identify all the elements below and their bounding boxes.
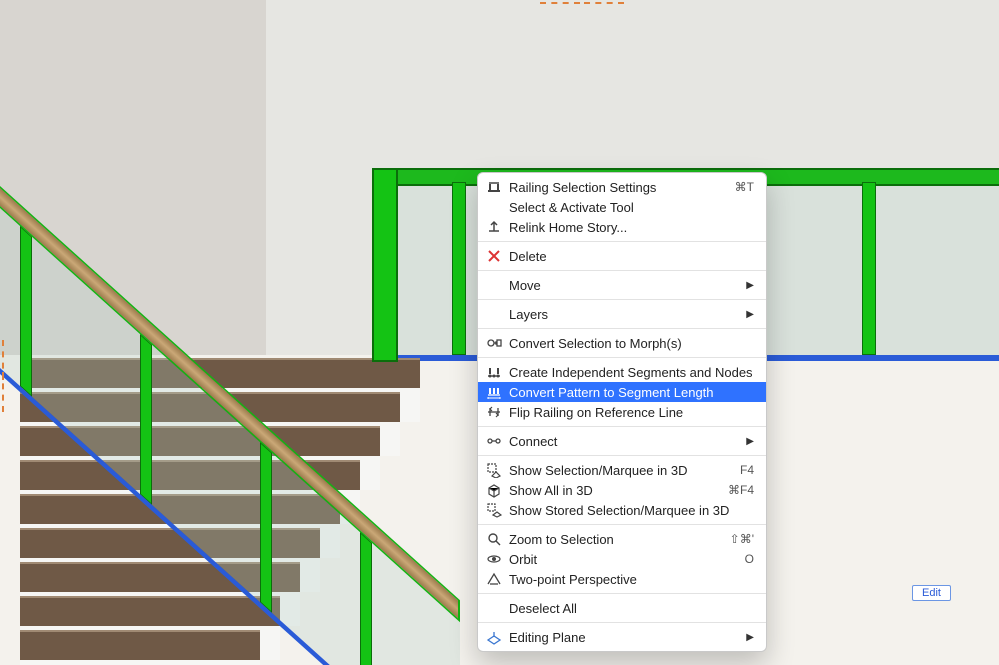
menu-item-convert-pattern-to-segment[interactable]: Convert Pattern to Segment Length	[478, 382, 766, 402]
menu-separator	[478, 357, 766, 358]
menu-item-label: Create Independent Segments and Nodes	[509, 365, 754, 380]
context-menu: Railing Selection Settings ⌘T Select & Act…	[477, 172, 767, 652]
menu-item-label: Convert Selection to Morph(s)	[509, 336, 754, 351]
edit-button[interactable]: Edit	[912, 585, 951, 601]
blank-icon	[486, 199, 502, 215]
menu-item-label: Select & Activate Tool	[509, 200, 754, 215]
menu-item-create-independent-segments[interactable]: Create Independent Segments and Nodes	[478, 362, 766, 382]
menu-item-shortcut: ⌘T	[735, 180, 754, 194]
edit-button-label: Edit	[922, 587, 941, 599]
submenu-arrow-icon: ▶	[746, 309, 754, 320]
menu-item-orbit[interactable]: Orbit O	[478, 549, 766, 569]
menu-item-convert-to-morph[interactable]: Convert Selection to Morph(s)	[478, 333, 766, 353]
menu-separator	[478, 241, 766, 242]
menu-item-label: Two-point Perspective	[509, 572, 754, 587]
submenu-arrow-icon: ▶	[746, 632, 754, 643]
menu-separator	[478, 455, 766, 456]
railing-post[interactable]	[862, 182, 876, 355]
connect-icon	[486, 433, 502, 449]
menu-item-label: Move	[509, 278, 736, 293]
menu-item-relink-home-story[interactable]: Relink Home Story...	[478, 217, 766, 237]
blank-icon	[486, 306, 502, 322]
menu-separator	[478, 524, 766, 525]
menu-item-railing-selection-settings[interactable]: Railing Selection Settings ⌘T	[478, 177, 766, 197]
pattern-length-icon	[486, 384, 502, 400]
menu-separator	[478, 622, 766, 623]
menu-item-zoom-to-selection[interactable]: Zoom to Selection ⇧⌘'	[478, 529, 766, 549]
menu-item-shortcut: ⇧⌘'	[730, 532, 754, 546]
menu-item-label: Railing Selection Settings	[509, 180, 725, 195]
menu-item-deselect-all[interactable]: Deselect All	[478, 598, 766, 618]
railing-newel-post[interactable]	[372, 168, 398, 362]
menu-item-label: Zoom to Selection	[509, 532, 720, 547]
menu-item-layers-submenu[interactable]: Layers ▶	[478, 304, 766, 324]
railing-post[interactable]	[140, 334, 152, 505]
railing-post[interactable]	[260, 442, 272, 613]
submenu-arrow-icon: ▶	[746, 280, 754, 291]
menu-item-label: Show Selection/Marquee in 3D	[509, 463, 730, 478]
menu-separator	[478, 426, 766, 427]
menu-item-label: Editing Plane	[509, 630, 736, 645]
menu-separator	[478, 593, 766, 594]
menu-item-label: Convert Pattern to Segment Length	[509, 385, 754, 400]
railing-post[interactable]	[452, 182, 466, 355]
menu-item-label: Connect	[509, 434, 736, 449]
flip-railing-icon	[486, 404, 502, 420]
menu-item-label: Flip Railing on Reference Line	[509, 405, 754, 420]
menu-item-connect-submenu[interactable]: Connect ▶	[478, 431, 766, 451]
ruler-mark-icon	[584, 2, 624, 10]
menu-item-flip-railing[interactable]: Flip Railing on Reference Line	[478, 402, 766, 422]
morph-convert-icon	[486, 335, 502, 351]
show-all-3d-icon	[486, 482, 502, 498]
menu-item-label: Orbit	[509, 552, 735, 567]
show-selection-3d-icon	[486, 462, 502, 478]
menu-item-label: Show All in 3D	[509, 483, 718, 498]
railing-post[interactable]	[360, 532, 372, 665]
delete-x-icon	[486, 248, 502, 264]
submenu-arrow-icon: ▶	[746, 436, 754, 447]
segments-nodes-icon	[486, 364, 502, 380]
menu-item-label: Delete	[509, 249, 754, 264]
railing-post[interactable]	[20, 226, 32, 397]
viewport-3d[interactable]: Edit Railing Selection Settings ⌘T Select …	[0, 0, 999, 665]
menu-item-label: Relink Home Story...	[509, 220, 754, 235]
editing-plane-icon	[486, 629, 502, 645]
ruler-mark-icon	[540, 2, 580, 10]
orbit-icon	[486, 551, 502, 567]
blank-icon	[486, 277, 502, 293]
perspective-icon	[486, 571, 502, 587]
menu-item-show-stored-selection-3d[interactable]: Show Stored Selection/Marquee in 3D	[478, 500, 766, 520]
menu-item-label: Show Stored Selection/Marquee in 3D	[509, 503, 754, 518]
menu-separator	[478, 299, 766, 300]
menu-separator	[478, 328, 766, 329]
ruler-mark-icon	[2, 372, 10, 412]
menu-item-shortcut: O	[745, 552, 754, 566]
menu-item-move-submenu[interactable]: Move ▶	[478, 275, 766, 295]
menu-item-show-selection-3d[interactable]: Show Selection/Marquee in 3D F4	[478, 460, 766, 480]
menu-item-show-all-3d[interactable]: Show All in 3D ⌘F4	[478, 480, 766, 500]
menu-item-label: Deselect All	[509, 601, 754, 616]
menu-item-delete[interactable]: Delete	[478, 246, 766, 266]
menu-separator	[478, 270, 766, 271]
zoom-icon	[486, 531, 502, 547]
menu-item-label: Layers	[509, 307, 736, 322]
blank-icon	[486, 600, 502, 616]
menu-item-two-point-perspective[interactable]: Two-point Perspective	[478, 569, 766, 589]
menu-item-select-activate-tool[interactable]: Select & Activate Tool	[478, 197, 766, 217]
show-stored-3d-icon	[486, 502, 502, 518]
relink-story-icon	[486, 219, 502, 235]
menu-item-shortcut: ⌘F4	[728, 483, 754, 497]
menu-item-editing-plane-submenu[interactable]: Editing Plane ▶	[478, 627, 766, 647]
menu-item-shortcut: F4	[740, 463, 754, 477]
settings-railing-icon	[486, 179, 502, 195]
